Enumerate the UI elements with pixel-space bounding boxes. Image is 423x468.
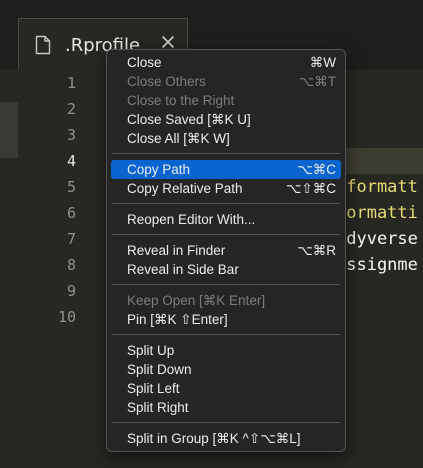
menu-item-split-in-group[interactable]: Split in Group [⌘K ^⇧⌥⌘L] — [111, 429, 341, 448]
menu-separator — [112, 422, 340, 423]
menu-item-reveal-in-finder[interactable]: Reveal in Finder ⌥⌘R — [111, 241, 341, 260]
menu-item-split-left[interactable]: Split Left — [111, 379, 341, 398]
menu-item-label: Split Up — [127, 343, 175, 358]
menu-item-close[interactable]: Close ⌘W — [111, 53, 341, 72]
line-number: 2 — [66, 100, 76, 118]
menu-item-pin[interactable]: Pin [⌘K ⇧Enter] — [111, 310, 341, 329]
menu-item-label: Close to the Right — [127, 93, 235, 108]
menu-item-shortcut: ⌘W — [309, 55, 336, 70]
menu-item-copy-path[interactable]: Copy Path ⌥⌘C — [111, 160, 341, 179]
menu-item-split-down[interactable]: Split Down — [111, 360, 341, 379]
context-menu: Close ⌘W Close Others ⌥⌘T Close to the R… — [106, 49, 346, 452]
menu-separator — [112, 284, 340, 285]
menu-item-shortcut: ⌥⇧⌘C — [285, 181, 336, 196]
line-number: 10 — [57, 308, 76, 326]
menu-item-reopen-editor-with[interactable]: Reopen Editor With... — [111, 210, 341, 229]
menu-item-label: Reopen Editor With... — [127, 212, 256, 227]
menu-item-close-others: Close Others ⌥⌘T — [111, 72, 341, 91]
menu-item-label: Split in Group [⌘K ^⇧⌥⌘L] — [127, 431, 301, 446]
menu-item-label: Pin [⌘K ⇧Enter] — [127, 312, 228, 327]
menu-item-close-saved[interactable]: Close Saved [⌘K U] — [111, 110, 341, 129]
menu-item-split-right[interactable]: Split Right — [111, 398, 341, 417]
menu-item-label: Split Right — [127, 400, 189, 415]
menu-separator — [112, 203, 340, 204]
menu-item-close-to-the-right: Close to the Right — [111, 91, 341, 110]
line-number: 3 — [66, 126, 76, 144]
menu-item-label: Keep Open [⌘K Enter] — [127, 293, 266, 308]
code-line-5[interactable]: .formatt — [336, 174, 418, 200]
menu-item-label: Close All [⌘K W] — [127, 131, 230, 146]
line-number: 9 — [66, 282, 76, 300]
menu-item-label: Copy Relative Path — [127, 181, 243, 196]
menu-separator — [112, 153, 340, 154]
menu-item-shortcut: ⌥⌘C — [297, 162, 336, 177]
line-number: 6 — [66, 204, 76, 222]
line-number: 5 — [66, 178, 76, 196]
menu-item-label: Reveal in Finder — [127, 243, 226, 258]
menu-separator — [112, 334, 340, 335]
menu-item-close-all[interactable]: Close All [⌘K W] — [111, 129, 341, 148]
menu-item-label: Close Saved [⌘K U] — [127, 112, 251, 127]
menu-item-shortcut: ⌥⌘T — [298, 74, 336, 89]
activity-strip — [0, 102, 18, 158]
menu-item-label: Close — [127, 55, 162, 70]
menu-separator — [112, 234, 340, 235]
menu-item-label: Copy Path — [127, 162, 191, 177]
menu-item-label: Close Others — [127, 74, 206, 89]
menu-item-reveal-in-side-bar[interactable]: Reveal in Side Bar — [111, 260, 341, 279]
menu-item-label: Split Down — [127, 362, 192, 377]
line-number: 8 — [66, 256, 76, 274]
menu-item-label: Reveal in Side Bar — [127, 262, 239, 277]
code-line-7[interactable]: idyverse — [336, 226, 418, 252]
line-number-active: 4 — [66, 152, 76, 170]
line-number: 1 — [66, 74, 76, 92]
code-line-8[interactable]: assignme — [336, 252, 418, 278]
menu-item-keep-open: Keep Open [⌘K Enter] — [111, 291, 341, 310]
menu-item-copy-relative-path[interactable]: Copy Relative Path ⌥⇧⌘C — [111, 179, 341, 198]
code-line-6[interactable]: formatti — [336, 200, 418, 226]
menu-item-shortcut: ⌥⌘R — [297, 243, 336, 258]
line-number: 7 — [66, 230, 76, 248]
file-icon — [35, 35, 51, 55]
menu-item-label: Split Left — [127, 381, 180, 396]
menu-item-split-up[interactable]: Split Up — [111, 341, 341, 360]
